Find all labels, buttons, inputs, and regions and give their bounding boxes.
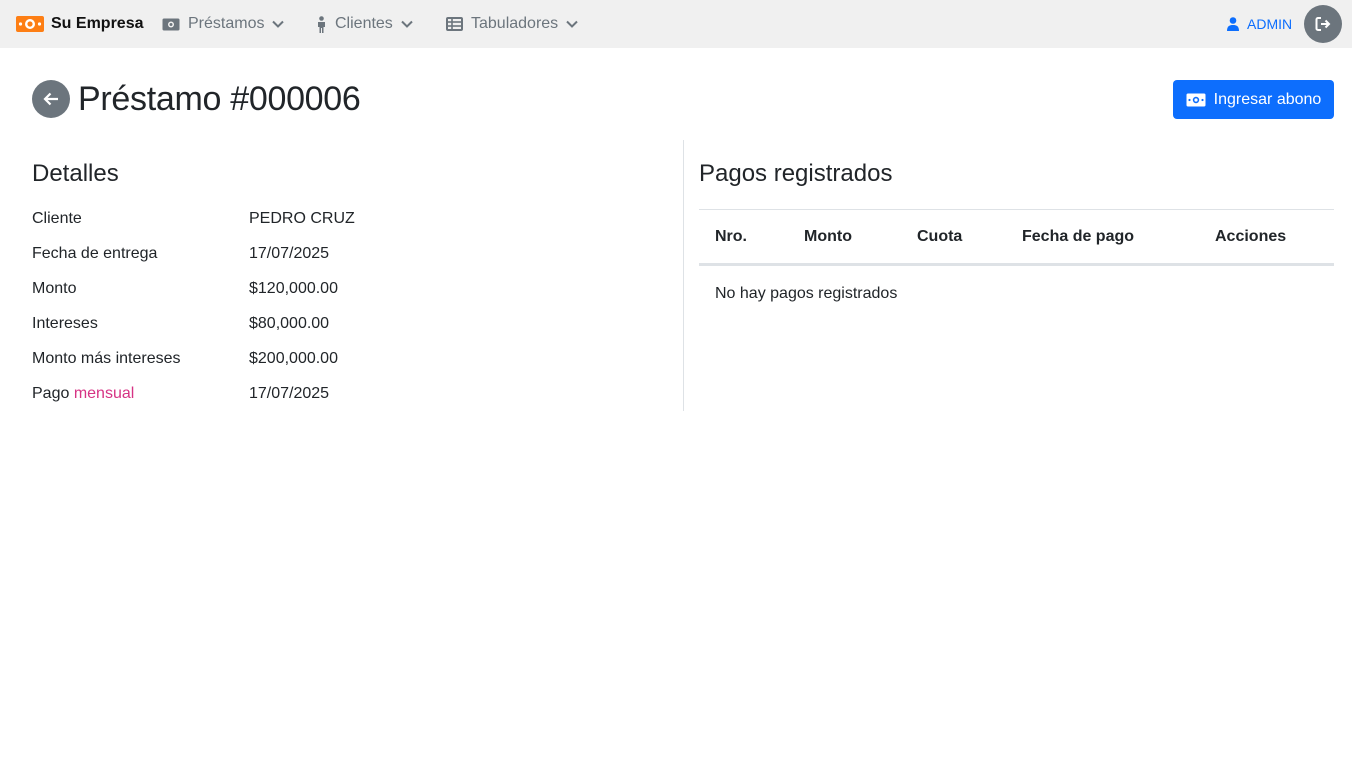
detail-row-pago: Pago mensual 17/07/2025 <box>32 376 672 411</box>
ingresar-abono-label: Ingresar abono <box>1213 90 1322 108</box>
detail-label: Fecha de entrega <box>32 244 158 262</box>
back-button[interactable] <box>32 80 70 118</box>
nav-tabuladores-label: Tabuladores <box>471 15 559 32</box>
chevron-down-icon <box>272 20 285 28</box>
logout-button[interactable] <box>1304 5 1342 43</box>
chevron-down-icon <box>401 20 413 28</box>
nav-tabuladores[interactable]: Tabuladores <box>446 0 578 48</box>
detail-row-fecha-entrega: Fecha de entrega 17/07/2025 <box>32 236 672 271</box>
top-navbar: Su Empresa Préstamos Clientes Tabuladore… <box>0 0 1352 48</box>
detail-value: $120,000.00 <box>249 279 338 297</box>
column-header-acciones: Acciones <box>1215 228 1287 245</box>
detail-label: Monto <box>32 279 77 297</box>
nav-prestamos-label: Préstamos <box>188 15 265 32</box>
user-name: ADMIN <box>1247 16 1293 32</box>
nav-prestamos[interactable]: Préstamos <box>162 0 285 48</box>
detail-row-monto: Monto $120,000.00 <box>32 271 672 306</box>
detail-value: 17/07/2025 <box>249 384 330 402</box>
payments-table-header: Nro. Monto Cuota Fecha de pago Acciones <box>699 210 1334 264</box>
details-title: Detalles <box>32 160 119 187</box>
column-header-nro: Nro. <box>715 228 747 245</box>
user-icon <box>1227 17 1239 31</box>
arrow-left-icon <box>43 92 59 106</box>
person-icon <box>316 15 327 33</box>
column-header-fecha-pago: Fecha de pago <box>1022 228 1135 245</box>
detail-value: $80,000.00 <box>249 314 330 332</box>
column-divider <box>683 140 684 411</box>
detail-label: Pago mensual <box>32 385 249 403</box>
ingresar-abono-button[interactable]: Ingresar abono <box>1173 80 1334 119</box>
detail-label: Cliente <box>32 209 82 227</box>
detail-value: PEDRO CRUZ <box>249 209 355 227</box>
detail-row-intereses: Intereses $80,000.00 <box>32 306 672 341</box>
logout-icon <box>1315 16 1331 32</box>
column-header-monto: Monto <box>804 228 852 245</box>
nav-clientes-label: Clientes <box>335 15 393 32</box>
chevron-down-icon <box>566 20 578 28</box>
table-header-border <box>699 263 1334 266</box>
money-bill-icon <box>1186 93 1206 107</box>
brand-money-icon <box>16 14 44 34</box>
brand[interactable]: Su Empresa <box>16 0 143 48</box>
detail-label-prefix: Pago <box>32 384 74 402</box>
frequency-badge: mensual <box>73 384 135 402</box>
detail-value: $200,000.00 <box>249 349 338 367</box>
detail-label: Monto más intereses <box>32 349 181 367</box>
detail-value: 17/07/2025 <box>249 244 330 262</box>
table-icon <box>446 17 463 31</box>
user-menu[interactable]: ADMIN <box>1227 0 1292 48</box>
detail-row-monto-intereses: Monto más intereses $200,000.00 <box>32 341 672 376</box>
detail-label: Intereses <box>32 314 98 332</box>
detail-row-cliente: Cliente PEDRO CRUZ <box>32 201 672 236</box>
nav-clientes[interactable]: Clientes <box>316 0 413 48</box>
money-bill-icon <box>162 18 180 31</box>
column-header-cuota: Cuota <box>917 228 963 245</box>
pagos-title: Pagos registrados <box>699 160 893 187</box>
empty-payments-message: No hay pagos registrados <box>715 285 898 302</box>
page-title: Préstamo #000006 <box>78 80 361 118</box>
brand-name: Su Empresa <box>51 15 144 32</box>
